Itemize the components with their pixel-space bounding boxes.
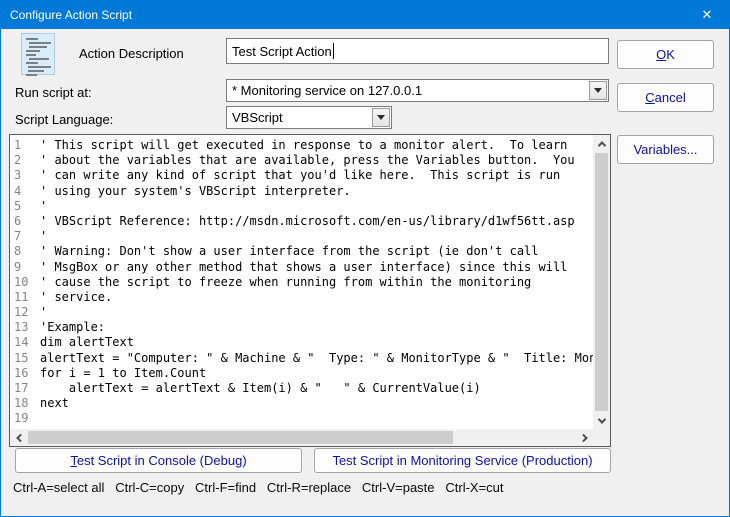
line-number: 8 [10, 244, 40, 259]
script-editor[interactable]: 1 ' This script will get executed in res… [9, 134, 611, 447]
action-description-label: Action Description [79, 46, 184, 61]
script-language-dropdown[interactable]: VBScript [226, 106, 392, 129]
close-icon: ✕ [702, 7, 713, 23]
editor-vertical-scrollbar[interactable] [593, 135, 610, 429]
line-number: 19 [10, 411, 40, 426]
script-icon [21, 33, 55, 75]
line-number: 3 [10, 168, 40, 183]
code-line: 2 ' about the variables that are availab… [10, 153, 593, 168]
horizontal-scroll-thumb[interactable] [28, 431, 453, 444]
code-text: alertText = "Computer: " & Machine & " T… [40, 351, 593, 366]
cancel-button[interactable]: Cancel [617, 83, 714, 112]
run-script-at-value: * Monitoring service on 127.0.0.1 [232, 83, 422, 98]
code-text: dim alertText [40, 335, 134, 350]
line-number: 9 [10, 260, 40, 275]
text-caret [333, 43, 334, 59]
script-editor-text[interactable]: 1 ' This script will get executed in res… [10, 135, 593, 429]
code-line: 12 ' [10, 305, 593, 320]
scroll-left-button[interactable] [10, 429, 27, 446]
scroll-down-button[interactable] [593, 412, 610, 429]
shortcut-help-text: Ctrl-A=select all Ctrl-C=copy Ctrl-F=fin… [13, 480, 504, 495]
run-script-at-label: Run script at: [15, 85, 92, 100]
code-line: 14 dim alertText [10, 335, 593, 350]
code-line: 5 ' [10, 199, 593, 214]
run-script-at-dropdown[interactable]: * Monitoring service on 127.0.0.1 [226, 79, 609, 102]
code-line: 7 ' [10, 229, 593, 244]
action-description-input[interactable]: Test Script Action [226, 38, 609, 64]
line-number: 6 [10, 214, 40, 229]
line-number: 18 [10, 396, 40, 411]
code-text: ' MsgBox or any other method that shows … [40, 260, 567, 275]
code-line: 8 ' Warning: Don't show a user interface… [10, 244, 593, 259]
code-text: ' about the variables that are available… [40, 153, 575, 168]
script-language-label: Script Language: [15, 112, 113, 127]
line-number: 13 [10, 320, 40, 335]
code-text: ' VBScript Reference: http://msdn.micros… [40, 214, 575, 229]
code-text: alertText = alertText & Item(i) & " " & … [40, 381, 481, 396]
vertical-scroll-thumb[interactable] [595, 153, 608, 411]
chevron-down-icon [594, 88, 602, 93]
window-title: Configure Action Script [10, 8, 132, 22]
code-text: next [40, 396, 69, 411]
code-line: 18 next [10, 396, 593, 411]
chevron-left-icon [16, 433, 24, 441]
scrollbar-corner [593, 429, 610, 446]
code-line: 19 [10, 411, 593, 426]
line-number: 12 [10, 305, 40, 320]
code-text: ' [40, 199, 47, 214]
code-line: 10 ' cause the script to freeze when run… [10, 275, 593, 290]
code-line: 13 'Example: [10, 320, 593, 335]
code-line: 9 ' MsgBox or any other method that show… [10, 260, 593, 275]
line-number: 16 [10, 366, 40, 381]
test-script-service-button[interactable]: Test Script in Monitoring Service (Produ… [314, 448, 611, 473]
titlebar[interactable]: Configure Action Script ✕ [1, 1, 729, 29]
line-number: 1 [10, 138, 40, 153]
script-language-value: VBScript [232, 110, 283, 125]
line-number: 4 [10, 184, 40, 199]
dropdown-button[interactable] [589, 81, 607, 100]
line-number: 5 [10, 199, 40, 214]
editor-horizontal-scrollbar[interactable] [10, 429, 593, 446]
dropdown-button[interactable] [372, 108, 390, 127]
line-number: 10 [10, 275, 40, 290]
scroll-right-button[interactable] [576, 429, 593, 446]
close-button[interactable]: ✕ [685, 1, 729, 29]
code-line: 1 ' This script will get executed in res… [10, 138, 593, 153]
line-number: 14 [10, 335, 40, 350]
action-description-value: Test Script Action [232, 44, 332, 59]
code-text: ' can write any kind of script that you'… [40, 168, 560, 183]
code-text: ' This script will get executed in respo… [40, 138, 567, 153]
code-text: ' Warning: Don't show a user interface f… [40, 244, 539, 259]
code-line: 3 ' can write any kind of script that yo… [10, 168, 593, 183]
code-text: 'Example: [40, 320, 105, 335]
code-text: ' service. [40, 290, 112, 305]
configure-action-script-dialog: Configure Action Script ✕ Action Descrip… [0, 0, 730, 517]
code-text: for i = 1 to Item.Count [40, 366, 206, 381]
line-number: 7 [10, 229, 40, 244]
chevron-down-icon [377, 115, 385, 120]
code-line: 17 alertText = alertText & Item(i) & " "… [10, 381, 593, 396]
variables-button[interactable]: Variables... [617, 135, 714, 164]
test-script-console-button[interactable]: Test Script in Console (Debug) [15, 448, 302, 473]
code-text: ' cause the script to freeze when runnin… [40, 275, 531, 290]
code-line: 11 ' service. [10, 290, 593, 305]
line-number: 15 [10, 351, 40, 366]
code-line: 15 alertText = "Computer: " & Machine & … [10, 351, 593, 366]
chevron-right-icon [579, 433, 587, 441]
code-line: 16 for i = 1 to Item.Count [10, 366, 593, 381]
chevron-down-icon [597, 415, 605, 423]
scroll-up-button[interactable] [593, 135, 610, 152]
chevron-up-icon [597, 141, 605, 149]
line-number: 17 [10, 381, 40, 396]
ok-button[interactable]: OK [617, 40, 714, 69]
code-text: ' [40, 305, 47, 320]
code-line: 4 ' using your system's VBScript interpr… [10, 184, 593, 199]
line-number: 11 [10, 290, 40, 305]
line-number: 2 [10, 153, 40, 168]
code-text: ' [40, 229, 47, 244]
code-text: ' using your system's VBScript interpret… [40, 184, 351, 199]
code-line: 6 ' VBScript Reference: http://msdn.micr… [10, 214, 593, 229]
